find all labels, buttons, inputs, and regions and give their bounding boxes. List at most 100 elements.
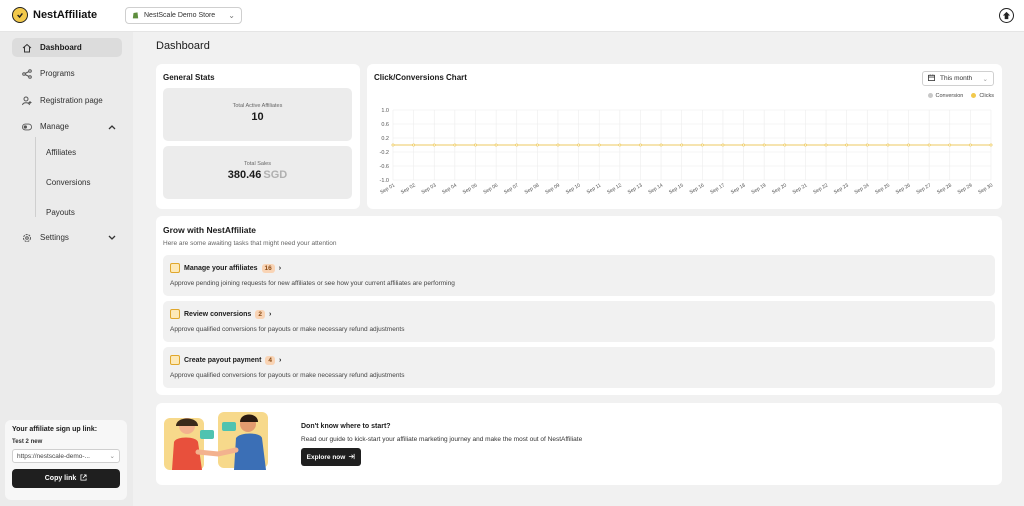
chart-x-tick-label: Sep 03 — [421, 182, 438, 195]
chart-x-tick-label: Sep 30 — [977, 182, 994, 195]
chart-x-tick-label: Sep 14 — [647, 182, 664, 195]
chevron-down-icon: ⌄ — [228, 11, 235, 20]
cta-title: Don't know where to start? — [301, 423, 391, 430]
external-link-icon — [80, 474, 87, 483]
chart-point-clicks — [412, 143, 416, 147]
chart-point-clicks — [515, 143, 519, 147]
chart-point-clicks — [453, 143, 457, 147]
chart-point-clicks — [783, 143, 787, 147]
chart-point-clicks — [968, 143, 972, 147]
general-stats-title: General Stats — [163, 73, 215, 82]
sidebar-item-manage[interactable]: Manage — [12, 117, 122, 136]
arrow-right-icon — [348, 453, 355, 462]
task-header: Manage your affiliates 16 › — [170, 263, 281, 273]
click-conversions-chart: 1.00.60.2-0.2-0.6-1.0Sep 01 Sep 02 Sep 03 S… — [379, 108, 994, 196]
submenu-divider — [35, 137, 36, 217]
task-description: Approve qualified conversions for payout… — [170, 372, 405, 379]
chart-x-tick-label: Sep 04 — [441, 182, 458, 195]
chart-point-clicks — [804, 143, 807, 147]
currency-code: SGD — [263, 169, 288, 181]
chart-x-tick-label: Sep 25 — [874, 182, 891, 195]
sidebar-item-settings[interactable]: Settings — [12, 228, 122, 247]
chart-x-tick-label: Sep 13 — [627, 182, 644, 195]
explore-now-button[interactable]: Explore now — [301, 448, 361, 466]
chart-point-clicks — [659, 143, 663, 147]
chart-x-tick-label: Sep 19 — [750, 182, 767, 195]
store-selector-value: NestScale Demo Store — [144, 12, 216, 19]
chart-x-tick-label: Sep 26 — [895, 182, 912, 195]
chart-x-tick-label: Sep 23 — [833, 182, 850, 195]
sidebar-subitem-payouts[interactable]: Payouts — [46, 208, 75, 217]
signup-link-panel: Your affiliate sign up link: Test 2 new … — [5, 420, 127, 500]
chart-point-clicks — [927, 143, 931, 147]
stat-value: 380.46 SGD — [163, 169, 352, 181]
getting-started-card: Don't know where to start? Read our guid… — [156, 403, 1002, 485]
home-icon — [22, 43, 32, 53]
sidebar-subitem-affiliates[interactable]: Affiliates — [46, 148, 76, 157]
user-add-icon — [22, 96, 32, 106]
chart-x-tick-label: Sep 28 — [936, 182, 953, 195]
chart-x-tick-label: Sep 09 — [544, 182, 561, 195]
account-icon[interactable] — [999, 8, 1014, 23]
grow-header: Grow with NestAffiliate Here are some aw… — [163, 225, 336, 247]
chart-point-clicks — [886, 143, 890, 147]
sidebar-item-label: Dashboard — [40, 43, 82, 52]
chevron-down-icon — [108, 233, 116, 243]
store-selector[interactable]: NestScale Demo Store ⌄ — [125, 7, 242, 24]
chevron-down-icon: ⌄ — [109, 453, 115, 460]
copy-link-button[interactable]: Copy link — [12, 469, 120, 488]
shopify-icon — [132, 11, 139, 21]
chart-point-clicks — [989, 143, 993, 147]
top-bar: NestAffiliate NestScale Demo Store ⌄ — [0, 0, 1024, 32]
nestaffiliate-logo-icon — [12, 7, 28, 23]
gear-icon — [22, 233, 32, 243]
task-count-badge: 4 — [265, 355, 276, 365]
app-logo[interactable]: NestAffiliate — [12, 7, 97, 23]
chart-point-clicks — [845, 143, 849, 147]
chart-y-tick-label: -1.0 — [380, 178, 389, 184]
chevron-right-icon: › — [278, 264, 282, 272]
chevron-up-icon — [108, 122, 116, 132]
total-sales-stat: Total Sales 380.46 SGD — [163, 146, 352, 199]
chart-x-tick-label: Sep 07 — [503, 182, 520, 195]
chart-y-tick-label: 1.0 — [381, 108, 389, 114]
chart-point-clicks — [721, 143, 725, 147]
task-review-conversions[interactable]: Review conversions 2 › Approve qualified… — [163, 301, 995, 342]
chart-x-tick-label: Sep 22 — [812, 182, 829, 195]
toggle-icon — [22, 122, 32, 132]
chart-x-tick-label: Sep 27 — [915, 182, 932, 195]
chart-point-clicks — [494, 143, 498, 147]
chart-point-clicks — [865, 143, 869, 147]
chart-x-tick-label: Sep 17 — [709, 182, 726, 195]
task-count-badge: 2 — [255, 309, 265, 319]
sidebar-item-dashboard[interactable]: Dashboard — [12, 38, 122, 57]
chart-point-clicks — [391, 143, 395, 147]
chart-x-tick-label: Sep 06 — [482, 182, 499, 195]
chart-x-tick-label: Sep 01 — [379, 182, 396, 195]
chart-x-tick-label: Sep 18 — [730, 182, 747, 195]
sidebar-item-registration-page[interactable]: Registration page — [12, 91, 122, 110]
chart-point-clicks — [577, 143, 580, 147]
task-manage-affiliates[interactable]: Manage your affiliates 16 › Approve pend… — [163, 255, 995, 296]
chart-point-clicks — [618, 143, 622, 147]
signup-link-value: https://nestscale-demo-... — [17, 452, 90, 460]
task-create-payout[interactable]: Create payout payment 4 › Approve qualif… — [163, 347, 995, 388]
chart-point-clicks — [948, 143, 952, 147]
chart-x-tick-label: Sep 21 — [792, 182, 809, 195]
task-description: Approve pending joining requests for new… — [170, 280, 455, 287]
task-header: Create payout payment 4 › — [170, 355, 281, 365]
chart-point-clicks — [639, 143, 642, 147]
signup-link-select[interactable]: https://nestscale-demo-... ⌄ — [12, 449, 120, 463]
chart-y-tick-label: 0.6 — [381, 122, 389, 128]
chart-point-clicks — [556, 143, 560, 147]
chevron-right-icon: › — [279, 356, 282, 364]
sidebar-subitem-conversions[interactable]: Conversions — [46, 178, 90, 187]
sidebar: Dashboard Programs Registration page Man… — [0, 32, 133, 506]
chart-x-tick-label: Sep 11 — [586, 182, 603, 195]
sidebar-item-programs[interactable]: Programs — [12, 64, 122, 83]
chart-point-clicks — [680, 143, 684, 147]
chart-x-tick-label: Sep 16 — [689, 182, 706, 195]
signup-program: Test 2 new — [12, 439, 43, 445]
grow-card: Grow with NestAffiliate Here are some aw… — [156, 216, 1002, 395]
chart-y-tick-label: 0.2 — [381, 136, 389, 142]
